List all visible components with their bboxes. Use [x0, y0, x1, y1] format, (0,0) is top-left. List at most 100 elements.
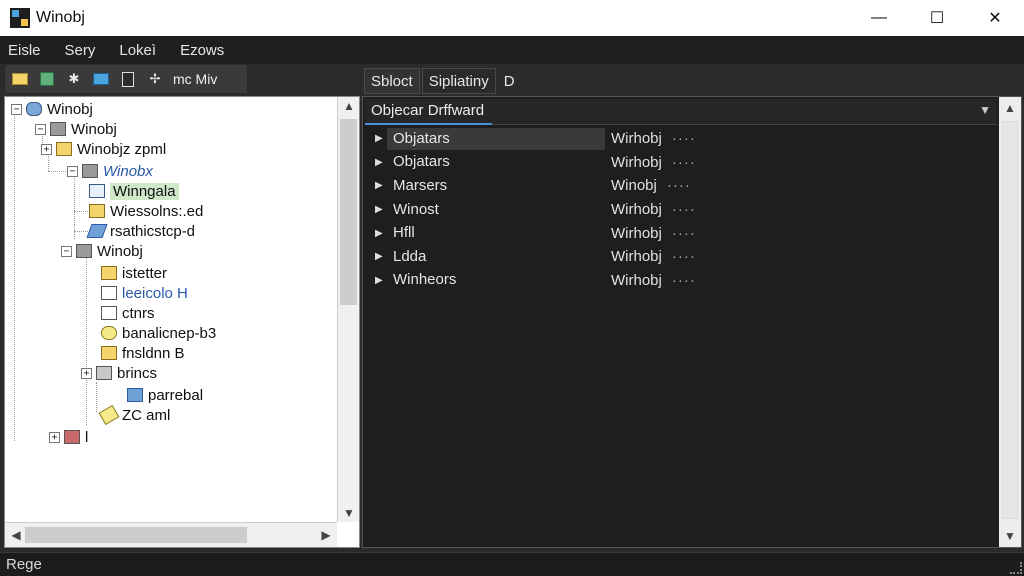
chevron-right-icon[interactable]: ▶	[375, 204, 387, 215]
scroll-up-icon[interactable]: ▲	[999, 101, 1021, 115]
tree-item[interactable]: + l	[49, 427, 88, 447]
network-icon[interactable]	[90, 69, 112, 89]
tree-item[interactable]: ZC aml	[98, 404, 170, 426]
chevron-right-icon[interactable]: ▶	[375, 251, 387, 262]
close-button[interactable]: ✕	[966, 0, 1024, 36]
device-icon	[96, 366, 112, 380]
tree-item-label: parrebal	[148, 386, 204, 404]
detail-vertical-scrollbar[interactable]: ▲ ▼	[999, 97, 1021, 547]
chevron-right-icon[interactable]: ▶	[375, 228, 387, 239]
page-icon[interactable]	[117, 69, 139, 89]
refresh-icon[interactable]	[36, 69, 58, 89]
folder-icon	[89, 204, 105, 218]
maximize-button[interactable]: ☐	[908, 0, 966, 36]
list-item[interactable]: ▶ Ldda Wirhobj ····	[367, 245, 997, 269]
chevron-right-icon[interactable]: ▶	[375, 133, 387, 144]
collapse-toggle[interactable]: −	[35, 123, 46, 135]
tree-item[interactable]: rsathicstcp-d	[86, 221, 196, 241]
collapse-toggle[interactable]: −	[67, 165, 78, 177]
menu-item-options[interactable]: Lokeì	[117, 40, 158, 61]
menu-item-help[interactable]: Ezows	[178, 40, 226, 61]
key-icon	[101, 326, 117, 340]
list-item-name: Hfll	[393, 224, 415, 242]
folder-icon	[101, 346, 117, 360]
object-filter-dropdown[interactable]: Objecar Drffward ▼	[365, 99, 997, 125]
tree-item-label: ctnrs	[122, 304, 155, 322]
computer-icon	[26, 102, 42, 116]
list-item[interactable]: ▶ Winheors Wirhobj ····	[367, 269, 997, 293]
cursor-icon[interactable]: ✢	[144, 69, 166, 89]
folder-icon	[56, 142, 72, 156]
tree-item[interactable]: banalicnep-b3	[101, 323, 216, 343]
scroll-up-icon[interactable]: ▲	[338, 99, 360, 113]
tree-horizontal-scrollbar[interactable]: ◀ ▶	[5, 522, 337, 547]
list-item-value: Wirhobj	[611, 271, 662, 289]
list-item[interactable]: ▶ Objatars Wirhobj ····	[367, 151, 997, 175]
menu-bar: Eisle Sery Lokeì Ezows	[0, 36, 1024, 64]
menu-item-file[interactable]: Eisle	[6, 40, 43, 61]
list-item-dots: ····	[666, 177, 691, 195]
object-tree-pane: − Winobj − Winobj + Winobjz zpml − Winob…	[4, 96, 360, 548]
tree-item-label: Winngala	[110, 182, 179, 200]
tree-item[interactable]: parrebal	[127, 385, 203, 405]
star-icon[interactable]: ✱	[63, 69, 85, 89]
tree-item[interactable]: Wiessolns:.ed	[89, 201, 203, 221]
tree-item[interactable]: − Winobj	[35, 119, 117, 139]
list-item[interactable]: ▶ Objatars Wirhobj ····	[367, 127, 997, 151]
list-item-value: Wirhobj	[611, 130, 662, 148]
tree-item-label: fnsldnn B	[122, 344, 185, 362]
document-icon	[101, 286, 117, 300]
expand-toggle[interactable]: +	[81, 367, 92, 379]
tree-item[interactable]: leeicolo H	[101, 283, 188, 303]
tree-item[interactable]: + Winobjz zpml	[41, 139, 166, 159]
scroll-down-icon[interactable]: ▼	[338, 506, 360, 520]
list-item-dots: ····	[671, 201, 696, 219]
scroll-right-icon[interactable]: ▶	[315, 528, 337, 542]
tree-item[interactable]: + brincs	[81, 363, 157, 383]
collapse-toggle[interactable]: −	[61, 245, 72, 257]
object-icon	[76, 244, 92, 258]
tree-item[interactable]: − Winobx	[67, 161, 153, 181]
tree-item[interactable]: − Winobj	[11, 99, 93, 119]
tree-item[interactable]: ctnrs	[101, 303, 155, 323]
list-item-name: Objatars	[387, 127, 605, 150]
chevron-down-icon[interactable]: ▼	[979, 103, 991, 117]
tree-item[interactable]: istetter	[101, 263, 167, 283]
list-item[interactable]: ▶ Marsers Winobj ····	[367, 174, 997, 198]
folder-open-icon[interactable]	[9, 69, 31, 89]
scroll-down-icon[interactable]: ▼	[999, 529, 1021, 543]
resize-grip-icon[interactable]	[1010, 562, 1022, 574]
list-item-dots: ····	[671, 130, 696, 148]
tab-object[interactable]: Sbloct	[364, 68, 420, 94]
list-item[interactable]: ▶ Winost Wirhobj ····	[367, 198, 997, 222]
tab-extra[interactable]: D	[498, 68, 521, 94]
tree-item-selected[interactable]: Winngala	[89, 181, 179, 201]
menu-item-view[interactable]: Sery	[63, 40, 98, 61]
object-icon	[64, 430, 80, 444]
scroll-thumb[interactable]	[25, 527, 247, 543]
list-item-value: Wirhobj	[611, 153, 662, 171]
tab-security[interactable]: Sipliatiny	[421, 68, 496, 94]
expand-toggle[interactable]: +	[49, 431, 60, 443]
list-item-value: Wirhobj	[611, 224, 662, 242]
toolbar: ✱ ✢ mc Miv	[4, 64, 248, 94]
chevron-right-icon[interactable]: ▶	[375, 157, 387, 168]
toolbar-label[interactable]: mc Miv	[173, 71, 217, 87]
expand-toggle[interactable]: +	[41, 143, 52, 155]
scroll-thumb[interactable]	[1002, 121, 1018, 519]
minimize-button[interactable]: —	[850, 0, 908, 36]
tree-item-label: Wiessolns:.ed	[110, 202, 204, 220]
list-item[interactable]: ▶ Hfll Wirhobj ····	[367, 221, 997, 245]
tree-vertical-scrollbar[interactable]: ▲ ▼	[337, 97, 359, 522]
list-item-value: Wirhobj	[611, 201, 662, 219]
chevron-right-icon[interactable]: ▶	[375, 275, 387, 286]
tree-item[interactable]: fnsldnn B	[101, 343, 185, 363]
tree-item[interactable]: − Winobj	[61, 241, 143, 261]
scroll-left-icon[interactable]: ◀	[5, 528, 27, 542]
chevron-right-icon[interactable]: ▶	[375, 180, 387, 191]
list-item-name: Winheors	[393, 271, 457, 289]
scroll-thumb[interactable]	[340, 119, 357, 305]
tree-item-label: rsathicstcp-d	[110, 222, 196, 240]
tree-item-label: Winobx	[103, 162, 153, 180]
collapse-toggle[interactable]: −	[11, 103, 22, 115]
